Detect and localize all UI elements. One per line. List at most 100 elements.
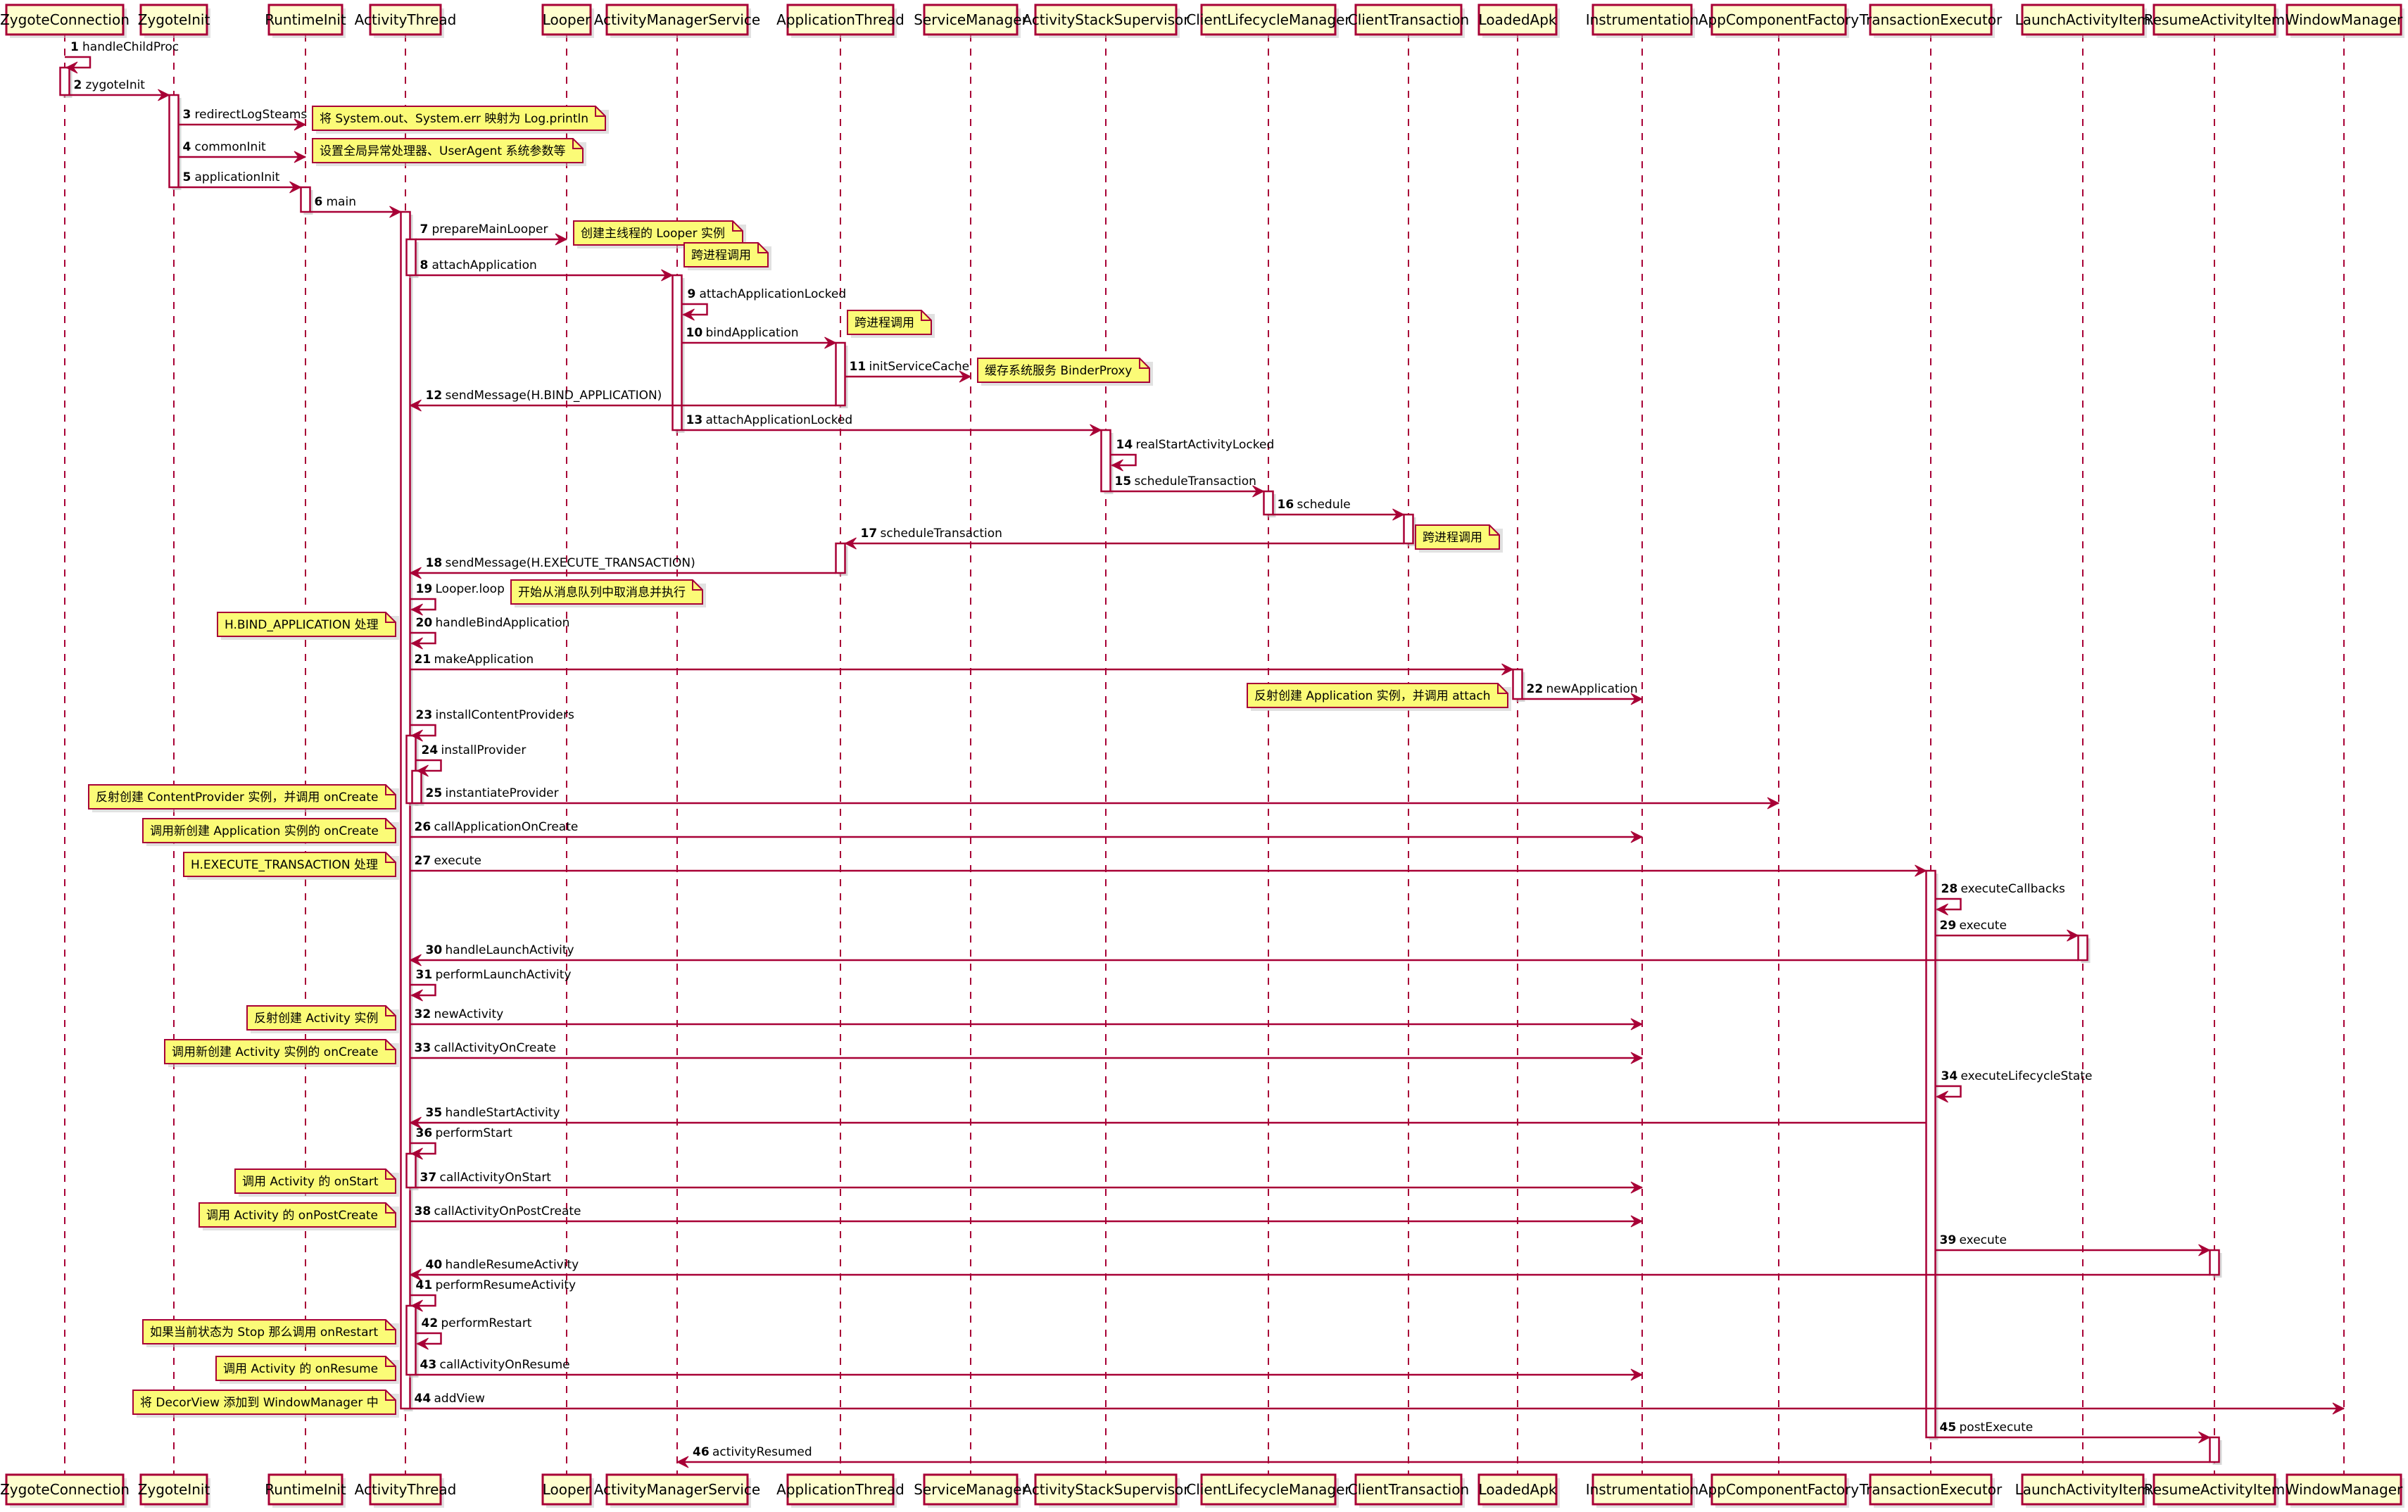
participant-footer-AppComponentFactory[interactable]: AppComponentFactory	[1698, 1473, 1859, 1508]
participant-footer-LaunchActivityItem[interactable]: LaunchActivityItem	[2015, 1473, 2151, 1508]
activation-bar	[300, 186, 311, 213]
participant-footer-LoadedApk[interactable]: LoadedApk	[1477, 1473, 1560, 1508]
participant-footer-WindowManager[interactable]: WindowManager	[2286, 1473, 2404, 1508]
message-30[interactable]: 30 handleLaunchActivity	[409, 943, 2079, 966]
message-25[interactable]: 25 instantiateProvider	[421, 786, 1780, 809]
note-text: 缓存系统服务 BinderProxy	[985, 364, 1132, 378]
participant-header-ClientLifecycleManager[interactable]: ClientLifecycleManager	[1186, 4, 1351, 38]
message-40[interactable]: 40 handleResumeActivity	[409, 1258, 2210, 1281]
message-3[interactable]: 3 redirectLogSteams	[178, 108, 308, 131]
participant-header-Looper[interactable]: Looper	[541, 4, 594, 38]
activation-bar	[2209, 1436, 2220, 1463]
message-45[interactable]: 45 postExecute	[1935, 1420, 2211, 1444]
message-20[interactable]: 20 handleBindApplication	[410, 616, 570, 650]
message-11[interactable]: 11 initServiceCache	[845, 360, 972, 383]
message-label: sendMessage(H.BIND_APPLICATION)	[446, 389, 662, 403]
message-29[interactable]: 29 execute	[1935, 919, 2079, 942]
message-34[interactable]: 34 executeLifecycleState	[1935, 1069, 2093, 1103]
message-31[interactable]: 31 performLaunchActivity	[410, 968, 572, 1002]
message-22[interactable]: 22 newApplication	[1522, 682, 1644, 705]
message-35[interactable]: 35 handleStartActivity	[409, 1106, 1927, 1129]
message-28[interactable]: 28 executeCallbacks	[1935, 882, 2066, 916]
message-27[interactable]: 27 execute	[410, 854, 1927, 877]
message-13[interactable]: 13 attachApplicationLocked	[681, 413, 1102, 436]
participant-footer-ClientTransaction[interactable]: ClientTransaction	[1348, 1473, 1469, 1508]
participant-footer-ApplicationThread[interactable]: ApplicationThread	[776, 1473, 904, 1508]
message-21[interactable]: 21 makeApplication	[410, 653, 1514, 676]
message-label: callActivityOnResume	[440, 1358, 570, 1372]
message-43[interactable]: 43 callActivityOnResume	[415, 1358, 1644, 1381]
message-16[interactable]: 16 schedule	[1273, 498, 1405, 521]
participant-header-Instrumentation[interactable]: Instrumentation	[1586, 4, 1699, 38]
message-39[interactable]: 39 execute	[1935, 1233, 2211, 1256]
participant-footer-ActivityThread[interactable]: ActivityThread	[355, 1473, 457, 1508]
message-23[interactable]: 23 installContentProviders	[410, 708, 574, 742]
message-17[interactable]: 17 scheduleTransaction	[844, 527, 1404, 550]
message-label: scheduleTransaction	[881, 527, 1002, 541]
participant-header-WindowManager[interactable]: WindowManager	[2286, 4, 2404, 38]
participant-header-ZygoteConnection[interactable]: ZygoteConnection	[0, 4, 130, 38]
message-label: performRestart	[441, 1316, 532, 1330]
participant-header-ZygoteInit[interactable]: ZygoteInit	[138, 4, 210, 38]
message-label: scheduleTransaction	[1135, 474, 1256, 489]
message-32[interactable]: 32 newActivity	[410, 1007, 1644, 1031]
message-9[interactable]: 9 attachApplicationLocked	[681, 287, 847, 321]
message-10[interactable]: 10 bindApplication	[681, 326, 837, 349]
message-label: handleChildProc	[82, 40, 179, 54]
message-7[interactable]: 7 prepareMainLooper	[415, 222, 568, 246]
note-text: 反射创建 Activity 实例	[254, 1012, 378, 1026]
participant-footer-Looper[interactable]: Looper	[541, 1473, 594, 1508]
message-1[interactable]: 1 handleChildProc	[65, 40, 179, 74]
participant-header-AppComponentFactory[interactable]: AppComponentFactory	[1698, 4, 1859, 38]
message-12[interactable]: 12 sendMessage(H.BIND_APPLICATION)	[409, 389, 836, 412]
message-36[interactable]: 36 performStart	[410, 1126, 513, 1160]
message-4[interactable]: 4 commonInit	[178, 140, 307, 163]
message-15[interactable]: 15 scheduleTransaction	[1110, 474, 1265, 498]
activation-bar	[2077, 934, 2088, 962]
message-label: instantiateProvider	[446, 786, 559, 800]
participant-footer-TransactionExecutor[interactable]: TransactionExecutor	[1859, 1473, 2003, 1508]
message-37[interactable]: 37 callActivityOnStart	[415, 1171, 1644, 1194]
participant-header-ActivityManagerService[interactable]: ActivityManagerService	[594, 4, 760, 38]
participant-header-LaunchActivityItem[interactable]: LaunchActivityItem	[2015, 4, 2151, 38]
message-46[interactable]: 46 activityResumed	[676, 1445, 2210, 1468]
message-2[interactable]: 2 zygoteInit	[69, 78, 170, 101]
activation-bar	[1925, 869, 1936, 1439]
participant-footer-ActivityStackSupervisor[interactable]: ActivityStackSupervisor	[1022, 1473, 1190, 1508]
participant-header-ResumeActivityItem[interactable]: ResumeActivityItem	[2144, 4, 2286, 38]
message-41[interactable]: 41 performResumeActivity	[410, 1278, 576, 1312]
message-number: 3	[183, 108, 191, 122]
participant-footer-Instrumentation[interactable]: Instrumentation	[1586, 1473, 1699, 1508]
message-42[interactable]: 42 performRestart	[415, 1316, 532, 1350]
message-8[interactable]: 8 attachApplication	[415, 258, 674, 282]
participant-footer-ClientLifecycleManager[interactable]: ClientLifecycleManager	[1186, 1473, 1351, 1508]
message-18[interactable]: 18 sendMessage(H.EXECUTE_TRANSACTION)	[409, 556, 836, 579]
participant-footer-ActivityManagerService[interactable]: ActivityManagerService	[594, 1473, 760, 1508]
participant-header-RuntimeInit[interactable]: RuntimeInit	[265, 4, 346, 38]
message-number: 32	[415, 1007, 431, 1021]
message-44[interactable]: 44 addView	[410, 1392, 2345, 1415]
message-5[interactable]: 5 applicationInit	[178, 170, 302, 194]
message-14[interactable]: 14 realStartActivityLocked	[1110, 438, 1275, 472]
participant-header-ServiceManager[interactable]: ServiceManager	[914, 4, 1028, 38]
participant-header-ActivityThread[interactable]: ActivityThread	[355, 4, 457, 38]
message-6[interactable]: 6 main	[310, 195, 402, 218]
participant-footer-ZygoteInit[interactable]: ZygoteInit	[138, 1473, 210, 1508]
participant-footer-ZygoteConnection[interactable]: ZygoteConnection	[0, 1473, 130, 1508]
participant-header-ActivityStackSupervisor[interactable]: ActivityStackSupervisor	[1022, 4, 1190, 38]
participant-footer-ResumeActivityItem[interactable]: ResumeActivityItem	[2144, 1473, 2286, 1508]
message-38[interactable]: 38 callActivityOnPostCreate	[410, 1204, 1644, 1228]
participant-header-TransactionExecutor[interactable]: TransactionExecutor	[1859, 4, 2003, 38]
message-33[interactable]: 33 callActivityOnCreate	[410, 1041, 1644, 1064]
participant-label: ActivityManagerService	[594, 11, 760, 28]
participant-footer-RuntimeInit[interactable]: RuntimeInit	[265, 1473, 346, 1508]
participant-header-ApplicationThread[interactable]: ApplicationThread	[776, 4, 904, 38]
participant-header-ClientTransaction[interactable]: ClientTransaction	[1348, 4, 1469, 38]
message-19[interactable]: 19 Looper.loop	[410, 582, 505, 616]
participant-headers: ZygoteConnection ZygoteInit RuntimeInit Act…	[0, 4, 2404, 38]
participant-label: LoadedApk	[1479, 11, 1557, 28]
message-24[interactable]: 24 installProvider	[415, 743, 527, 777]
message-26[interactable]: 26 callApplicationOnCreate	[410, 820, 1644, 843]
participant-footer-ServiceManager[interactable]: ServiceManager	[914, 1473, 1028, 1508]
participant-header-LoadedApk[interactable]: LoadedApk	[1477, 4, 1560, 38]
